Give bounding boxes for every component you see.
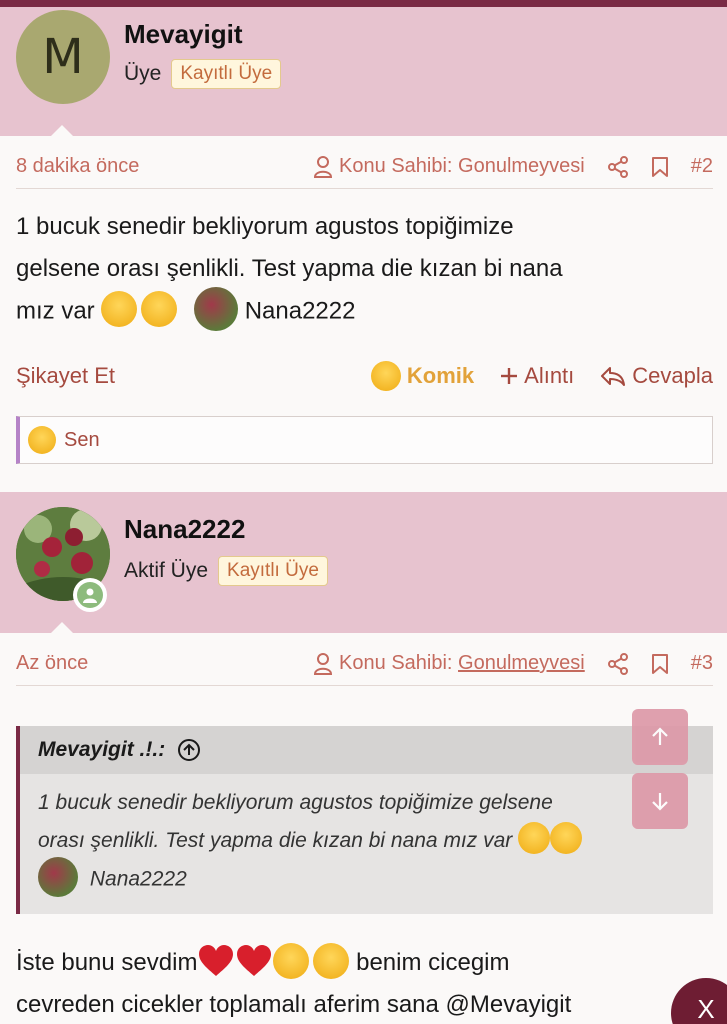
reply-icon — [600, 365, 626, 387]
rofl-emoji-icon — [273, 942, 310, 979]
user-icon — [313, 155, 333, 178]
post2-username[interactable]: Nana2222 — [124, 514, 245, 545]
quote-author: Mevayigit .!.: — [38, 738, 166, 761]
quote-label: Alıntı — [524, 363, 575, 388]
reaction-button[interactable]: Komik — [370, 361, 475, 391]
post1-user-role: Üye Kayıtlı Üye — [124, 59, 282, 89]
post1-avatar[interactable]: M — [16, 10, 110, 104]
body-line: cevreden cicekler toplamalı aferim sana … — [16, 991, 572, 1018]
reactions-text: Sen — [64, 428, 100, 451]
post-time[interactable]: 8 dakika önce — [16, 155, 139, 178]
post1-actions: Şikayet Et Komik Alıntı Cevapla — [16, 356, 713, 396]
share-icon[interactable] — [607, 155, 629, 178]
rofl-emoji-icon — [518, 822, 551, 855]
header-caret — [50, 125, 74, 137]
body-text: İste bunu sevdim — [16, 949, 198, 976]
bookmark-icon[interactable] — [651, 653, 669, 675]
reaction-label: Komik — [406, 363, 475, 388]
body-line: gelsene orası şenlikli. Test yapma die k… — [16, 255, 563, 282]
body-line: mız var Nana2222 — [16, 287, 711, 334]
rofl-emoji-icon — [550, 822, 583, 855]
scroll-down-button[interactable] — [632, 773, 688, 829]
post-time[interactable]: Az önce — [16, 652, 88, 675]
reply-button[interactable]: Cevapla — [600, 363, 713, 389]
scroll-up-button[interactable] — [632, 709, 688, 765]
body-text: benim cicegim — [356, 949, 510, 976]
post-separator — [0, 466, 727, 492]
reactions-summary[interactable]: Sen — [16, 416, 713, 464]
arrow-up-circle-icon[interactable] — [177, 738, 201, 762]
thread-owner-label: Konu Sahibi: Gonulmeyvesi — [339, 652, 585, 675]
rofl-emoji-icon — [141, 291, 178, 327]
grin-sweat-emoji-icon — [313, 942, 350, 979]
arrow-down-icon — [652, 793, 668, 811]
thread-owner-link[interactable]: Konu Sahibi: Gonulmeyvesi — [313, 155, 585, 178]
top-accent-line — [0, 0, 727, 7]
avatar-letter: M — [42, 29, 84, 85]
header-caret — [50, 622, 74, 634]
role-text: Aktif Üye — [124, 559, 209, 582]
post2-user-role: Aktif Üye Kayıtlı Üye — [124, 556, 328, 586]
quoted-post: Mevayigit .!.: 1 bucuk senedir bekliyoru… — [16, 726, 713, 914]
thread-owner-link[interactable]: Konu Sahibi: Gonulmeyvesi — [313, 652, 585, 675]
owner-name: Gonulmeyvesi — [458, 652, 585, 674]
body-line: İste bunu sevdim benim cicegim — [16, 942, 711, 984]
post1-meta: 8 dakika önce Konu Sahibi: Gonulmeyvesi … — [16, 145, 713, 189]
quote-header[interactable]: Mevayigit .!.: — [20, 726, 713, 774]
post-number[interactable]: #2 — [691, 155, 713, 178]
rofl-emoji-icon — [28, 426, 56, 454]
plus-icon — [500, 367, 518, 385]
post-number[interactable]: #3 — [691, 652, 713, 675]
mention-avatar — [194, 287, 239, 331]
registered-badge: Kayıtlı Üye — [218, 556, 328, 586]
heart-emoji-icon — [237, 944, 272, 976]
bookmark-icon[interactable] — [651, 156, 669, 178]
body-line: 1 bucuk senedir bekliyorum agustos topiğ… — [16, 213, 514, 240]
role-text: Üye — [124, 62, 162, 85]
quote-body: 1 bucuk senedir bekliyorum agustos topiğ… — [20, 774, 713, 914]
post2-meta: Az önce Konu Sahibi: Gonulmeyvesi #3 — [16, 642, 713, 686]
mention-avatar — [38, 857, 78, 897]
share-icon[interactable] — [607, 652, 629, 675]
thread-owner-label: Konu Sahibi: Gonulmeyvesi — [339, 155, 585, 177]
quote-line: Nana2222 — [38, 857, 695, 900]
user-icon — [313, 652, 333, 675]
heart-emoji-icon — [199, 944, 234, 976]
report-link[interactable]: Şikayet Et — [16, 363, 115, 389]
body-text: mız var — [16, 297, 95, 325]
online-status-badge — [73, 578, 107, 612]
arrow-up-icon — [652, 727, 668, 745]
post1-body: 1 bucuk senedir bekliyorum agustos topiğ… — [16, 206, 711, 334]
post1-user-header: M Mevayigit Üye Kayıtlı Üye — [0, 7, 727, 137]
rofl-emoji-icon — [370, 361, 401, 391]
post1-username[interactable]: Mevayigit — [124, 19, 243, 50]
quote-text: orası şenlikli. Test yapma die kızan bi … — [38, 829, 513, 852]
post2-body: İste bunu sevdim benim cicegim cevreden … — [16, 942, 711, 1024]
quote-button[interactable]: Alıntı — [500, 363, 574, 389]
post2-user-header: Nana2222 Aktif Üye Kayıtlı Üye — [0, 492, 727, 634]
rofl-emoji-icon — [101, 291, 138, 327]
owner-prefix: Konu Sahibi: — [339, 652, 459, 674]
registered-badge: Kayıtlı Üye — [171, 59, 282, 89]
mention-text[interactable]: Nana2222 — [245, 297, 356, 324]
quote-line: orası şenlikli. Test yapma die kızan bi … — [38, 822, 695, 860]
quote-text: Nana2222 — [89, 867, 187, 891]
quote-line: 1 bucuk senedir bekliyorum agustos topiğ… — [38, 791, 553, 814]
reply-label: Cevapla — [632, 363, 713, 388]
